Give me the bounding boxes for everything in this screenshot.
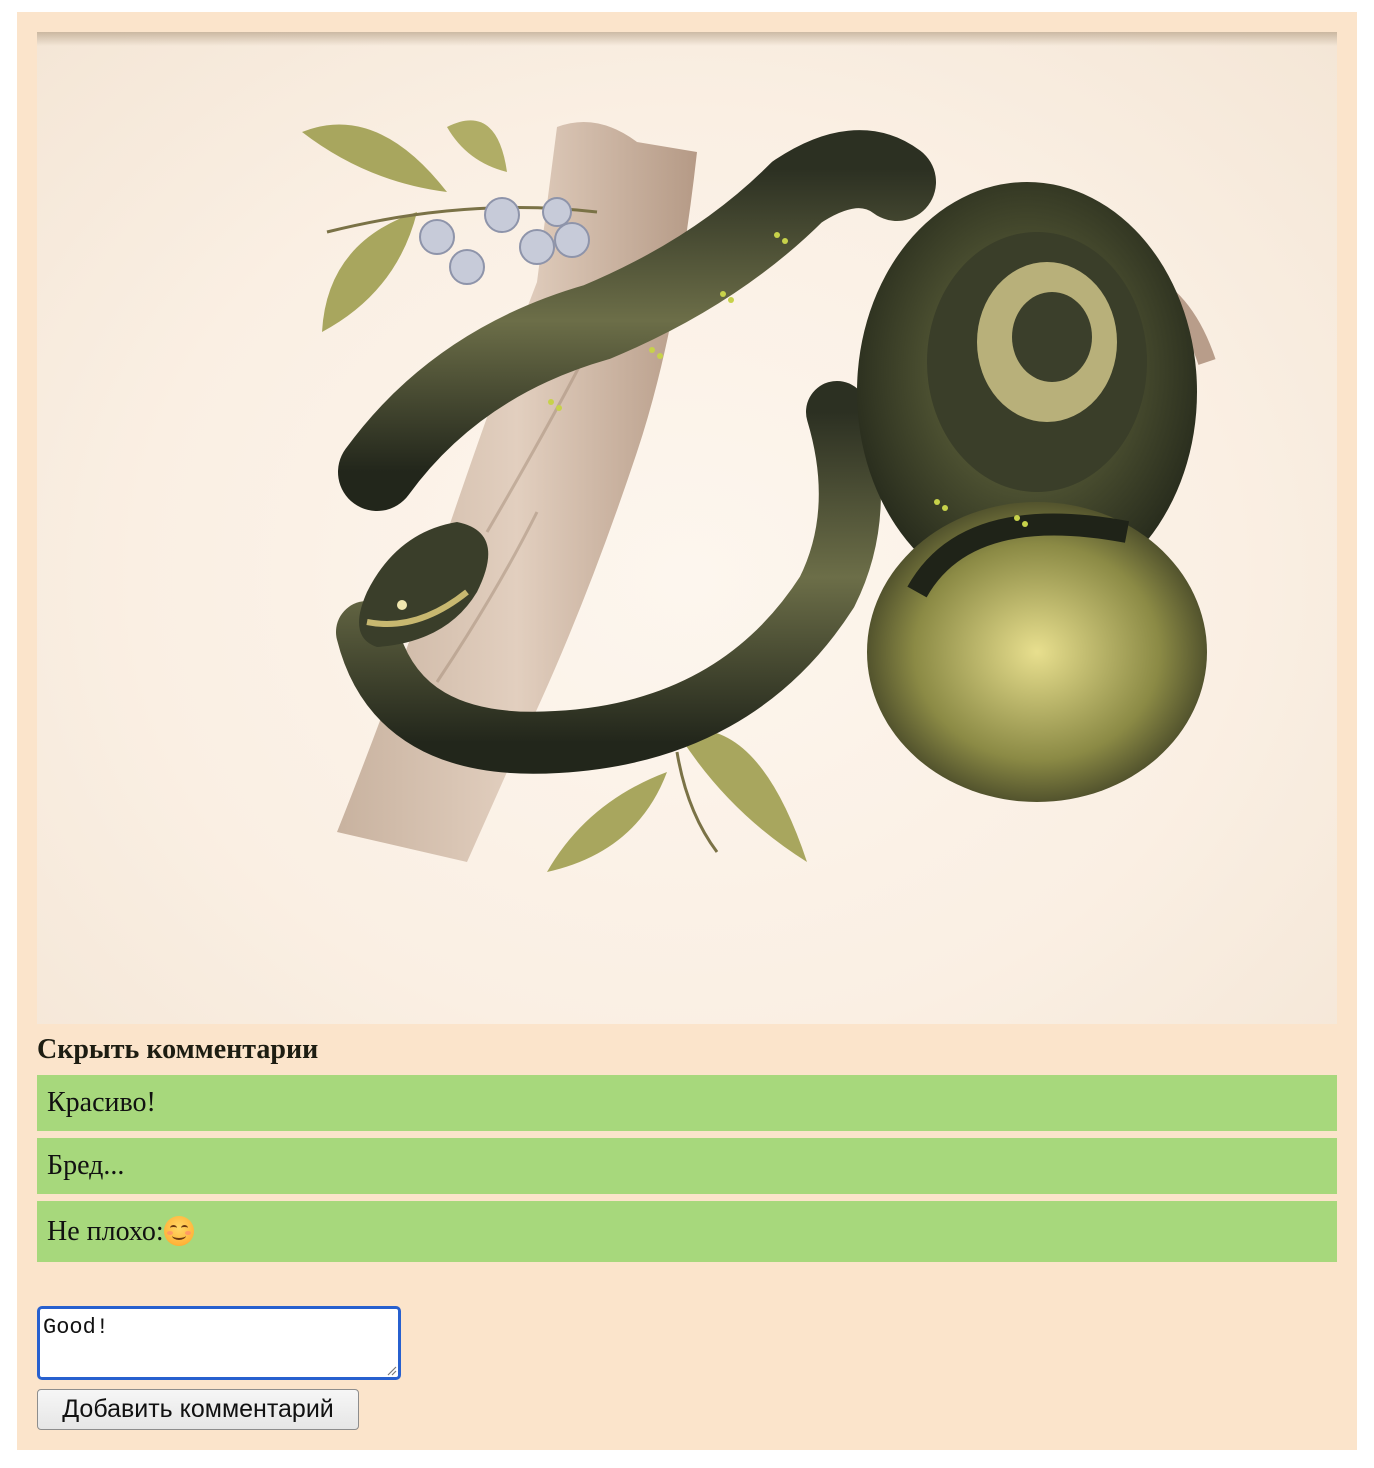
post-card: Скрыть комментарии Красиво! Бред... Не п… bbox=[17, 12, 1357, 1450]
comment-list: Красиво! Бред... Не плохо: bbox=[37, 1075, 1337, 1269]
comment-input[interactable]: Good! bbox=[37, 1306, 401, 1380]
comment-item: Бред... bbox=[37, 1138, 1337, 1194]
hide-comments-toggle[interactable]: Скрыть комментарии bbox=[37, 1032, 318, 1068]
comment-text: Не плохо: bbox=[47, 1216, 164, 1247]
comment-text: Бред... bbox=[47, 1150, 125, 1181]
snake-illustration bbox=[37, 32, 1337, 1024]
add-comment-button[interactable]: Добавить комментарий bbox=[37, 1389, 359, 1430]
snake-illustration-art bbox=[37, 32, 1337, 872]
comment-text: Красиво! bbox=[47, 1087, 156, 1118]
comment-item: Красиво! bbox=[37, 1075, 1337, 1131]
smiling-face-icon bbox=[163, 1216, 194, 1246]
comment-item: Не плохо: bbox=[37, 1201, 1337, 1262]
